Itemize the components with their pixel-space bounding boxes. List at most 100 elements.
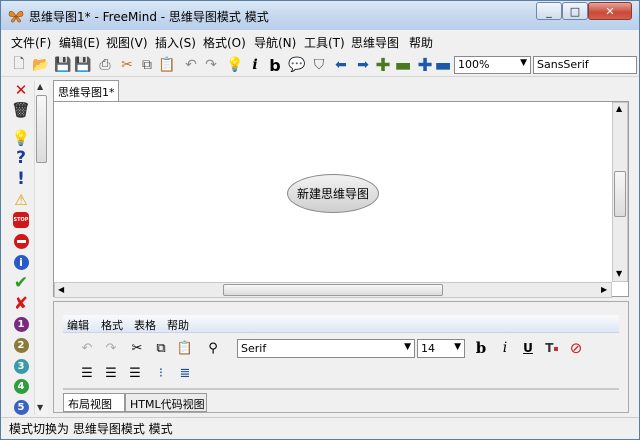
chevron-down-icon: ▼ xyxy=(404,342,411,352)
save-icon[interactable]: 💾 xyxy=(53,55,73,75)
checkmark-icon[interactable]: ✔ xyxy=(12,273,30,293)
warning-icon[interactable]: ⚠ xyxy=(12,191,30,209)
zoom-select[interactable]: 100% ▼ xyxy=(454,56,531,74)
cut-icon[interactable]: ✂ xyxy=(117,55,137,75)
font-select[interactable]: SansSerif xyxy=(533,56,637,74)
undo-icon[interactable]: ↶ xyxy=(181,55,201,75)
status-bar: 模式切换为 思维导图模式 模式 xyxy=(1,417,639,439)
chevron-down-icon: ▼ xyxy=(520,58,527,68)
text-color-icon[interactable]: T ▪ xyxy=(542,338,562,358)
note-menu-help[interactable]: 帮助 xyxy=(167,317,189,333)
priority-4-icon[interactable]: 4 xyxy=(12,377,30,395)
priority-3-label: 3 xyxy=(13,358,29,374)
tab-map[interactable]: 思维导图1* xyxy=(53,80,119,101)
map-vertical-scrollbar[interactable]: ▲ ▼ xyxy=(612,102,628,282)
menu-edit[interactable]: 编辑(E) xyxy=(59,34,100,51)
open-folder-icon[interactable]: 📂 xyxy=(31,55,51,75)
priority-2-label: 2 xyxy=(13,337,29,353)
note-size-select[interactable]: 14 ▼ xyxy=(417,339,465,358)
scroll-right-arrow-icon[interactable]: ▶ xyxy=(601,285,607,294)
note-menu-edit[interactable]: 编辑 xyxy=(67,317,89,333)
menu-file[interactable]: 文件(F) xyxy=(11,34,51,51)
priority-3-icon[interactable]: 3 xyxy=(12,357,30,375)
menu-format[interactable]: 格式(O) xyxy=(203,34,246,51)
forward-arrow-icon[interactable]: ➡ xyxy=(353,55,373,75)
menu-help[interactable]: 帮助 xyxy=(409,34,433,51)
note-bold-button[interactable]: b xyxy=(471,338,491,358)
icon-palette-scroll-thumb[interactable] xyxy=(36,95,47,163)
filter-icon[interactable]: ⛉ xyxy=(309,55,329,75)
stop-sign-icon[interactable]: STOP xyxy=(12,211,30,229)
exclamation-icon[interactable]: ! xyxy=(12,169,30,189)
map-horizontal-scrollbar[interactable]: ◀ ▶ xyxy=(54,282,612,298)
note-undo-icon[interactable]: ↶ xyxy=(77,338,97,358)
scroll-up-arrow-icon[interactable]: ▲ xyxy=(616,104,622,113)
cloud-icon[interactable]: 💬 xyxy=(287,55,307,75)
print-icon[interactable]: ⎙ xyxy=(95,55,115,75)
icon-palette-scrollbar[interactable]: ▲ ▼ xyxy=(34,81,48,415)
trash-icon[interactable]: 🗑 xyxy=(11,101,30,119)
lightbulb-icon[interactable]: 💡 xyxy=(225,55,245,75)
zoom-out-icon[interactable]: ▬ xyxy=(433,55,453,76)
note-font-value: Serif xyxy=(241,342,267,355)
new-file-icon[interactable]: 🗋 xyxy=(9,55,29,75)
menu-navigate[interactable]: 导航(N) xyxy=(254,34,296,51)
copy-icon[interactable]: ⧉ xyxy=(137,55,157,75)
remove-first-icon[interactable]: ✕ xyxy=(12,81,30,99)
align-left-icon[interactable]: ☰ xyxy=(77,363,97,383)
tab-html-code-view[interactable]: HTML代码视图 xyxy=(125,393,207,412)
align-center-icon[interactable]: ☰ xyxy=(101,363,121,383)
menu-view[interactable]: 视图(V) xyxy=(106,34,148,51)
question-icon[interactable]: ? xyxy=(12,148,30,168)
bold-icon[interactable]: b xyxy=(265,55,285,75)
note-menu-format[interactable]: 格式 xyxy=(101,317,123,333)
fold-plus-icon[interactable]: ✚ xyxy=(373,55,393,76)
note-menu-table[interactable]: 表格 xyxy=(134,317,156,333)
priority-1-icon[interactable]: 1 xyxy=(12,315,30,333)
note-copy-icon[interactable]: ⧉ xyxy=(151,338,171,358)
scroll-left-arrow-icon[interactable]: ◀ xyxy=(58,285,64,294)
fold-minus-icon[interactable]: ▬ xyxy=(393,55,413,76)
menu-mindmap[interactable]: 思维导图 xyxy=(351,34,399,51)
map-horizontal-scroll-thumb[interactable] xyxy=(223,284,443,296)
freemind-butterfly-icon xyxy=(8,8,24,24)
close-button[interactable]: ✕ xyxy=(588,2,632,20)
note-font-select[interactable]: Serif ▼ xyxy=(237,339,415,358)
priority-5-icon[interactable]: 5 xyxy=(12,398,30,416)
numbered-list-icon[interactable]: ≣ xyxy=(175,363,195,383)
note-redo-icon[interactable]: ↷ xyxy=(101,338,121,358)
align-right-icon[interactable]: ☰ xyxy=(125,363,145,383)
note-paste-icon[interactable]: 📋 xyxy=(175,338,195,358)
scroll-down-arrow-icon[interactable]: ▼ xyxy=(37,403,43,412)
cross-icon[interactable]: ✘ xyxy=(12,294,30,314)
italic-icon[interactable]: i xyxy=(245,55,265,75)
tab-layout-view[interactable]: 布局视图 xyxy=(63,393,125,412)
note-underline-button[interactable]: U xyxy=(518,338,538,358)
editor-content-divider xyxy=(63,388,619,390)
priority-4-label: 4 xyxy=(13,378,29,394)
menu-tools[interactable]: 工具(T) xyxy=(304,34,345,51)
bullet-list-icon[interactable]: ⁝ xyxy=(151,363,171,383)
save-as-icon[interactable]: 💾 xyxy=(73,55,93,75)
minimize-button[interactable]: _ xyxy=(536,2,562,20)
clear-format-icon[interactable]: ⊘ xyxy=(566,338,586,358)
find-binoculars-icon[interactable]: ⚲ xyxy=(203,338,223,358)
root-node[interactable]: 新建思维导图 xyxy=(287,174,379,213)
map-vertical-scroll-thumb[interactable] xyxy=(614,171,626,217)
idea-lightbulb-icon[interactable]: 💡 xyxy=(12,129,31,147)
back-arrow-icon[interactable]: ⬅ xyxy=(331,55,351,75)
priority-2-icon[interactable]: 2 xyxy=(12,336,30,354)
note-italic-button[interactable]: i xyxy=(495,338,515,358)
maximize-button[interactable]: □ xyxy=(562,2,588,20)
paste-icon[interactable]: 📋 xyxy=(157,55,177,75)
title-bar: 思维导图1* - FreeMind - 思维导图模式 模式 _ □ ✕ xyxy=(1,1,639,30)
info-icon[interactable]: i xyxy=(12,253,30,271)
zoom-in-icon[interactable]: ✚ xyxy=(415,55,435,76)
note-cut-icon[interactable]: ✂ xyxy=(127,338,147,358)
no-entry-icon[interactable] xyxy=(12,232,30,250)
scroll-down-arrow-icon[interactable]: ▼ xyxy=(616,269,622,278)
menu-insert[interactable]: 插入(S) xyxy=(155,34,196,51)
scroll-up-arrow-icon[interactable]: ▲ xyxy=(37,82,43,91)
menu-bar: 文件(F) 编辑(E) 视图(V) 插入(S) 格式(O) 导航(N) 工具(T… xyxy=(1,31,639,51)
redo-icon[interactable]: ↷ xyxy=(201,55,221,75)
